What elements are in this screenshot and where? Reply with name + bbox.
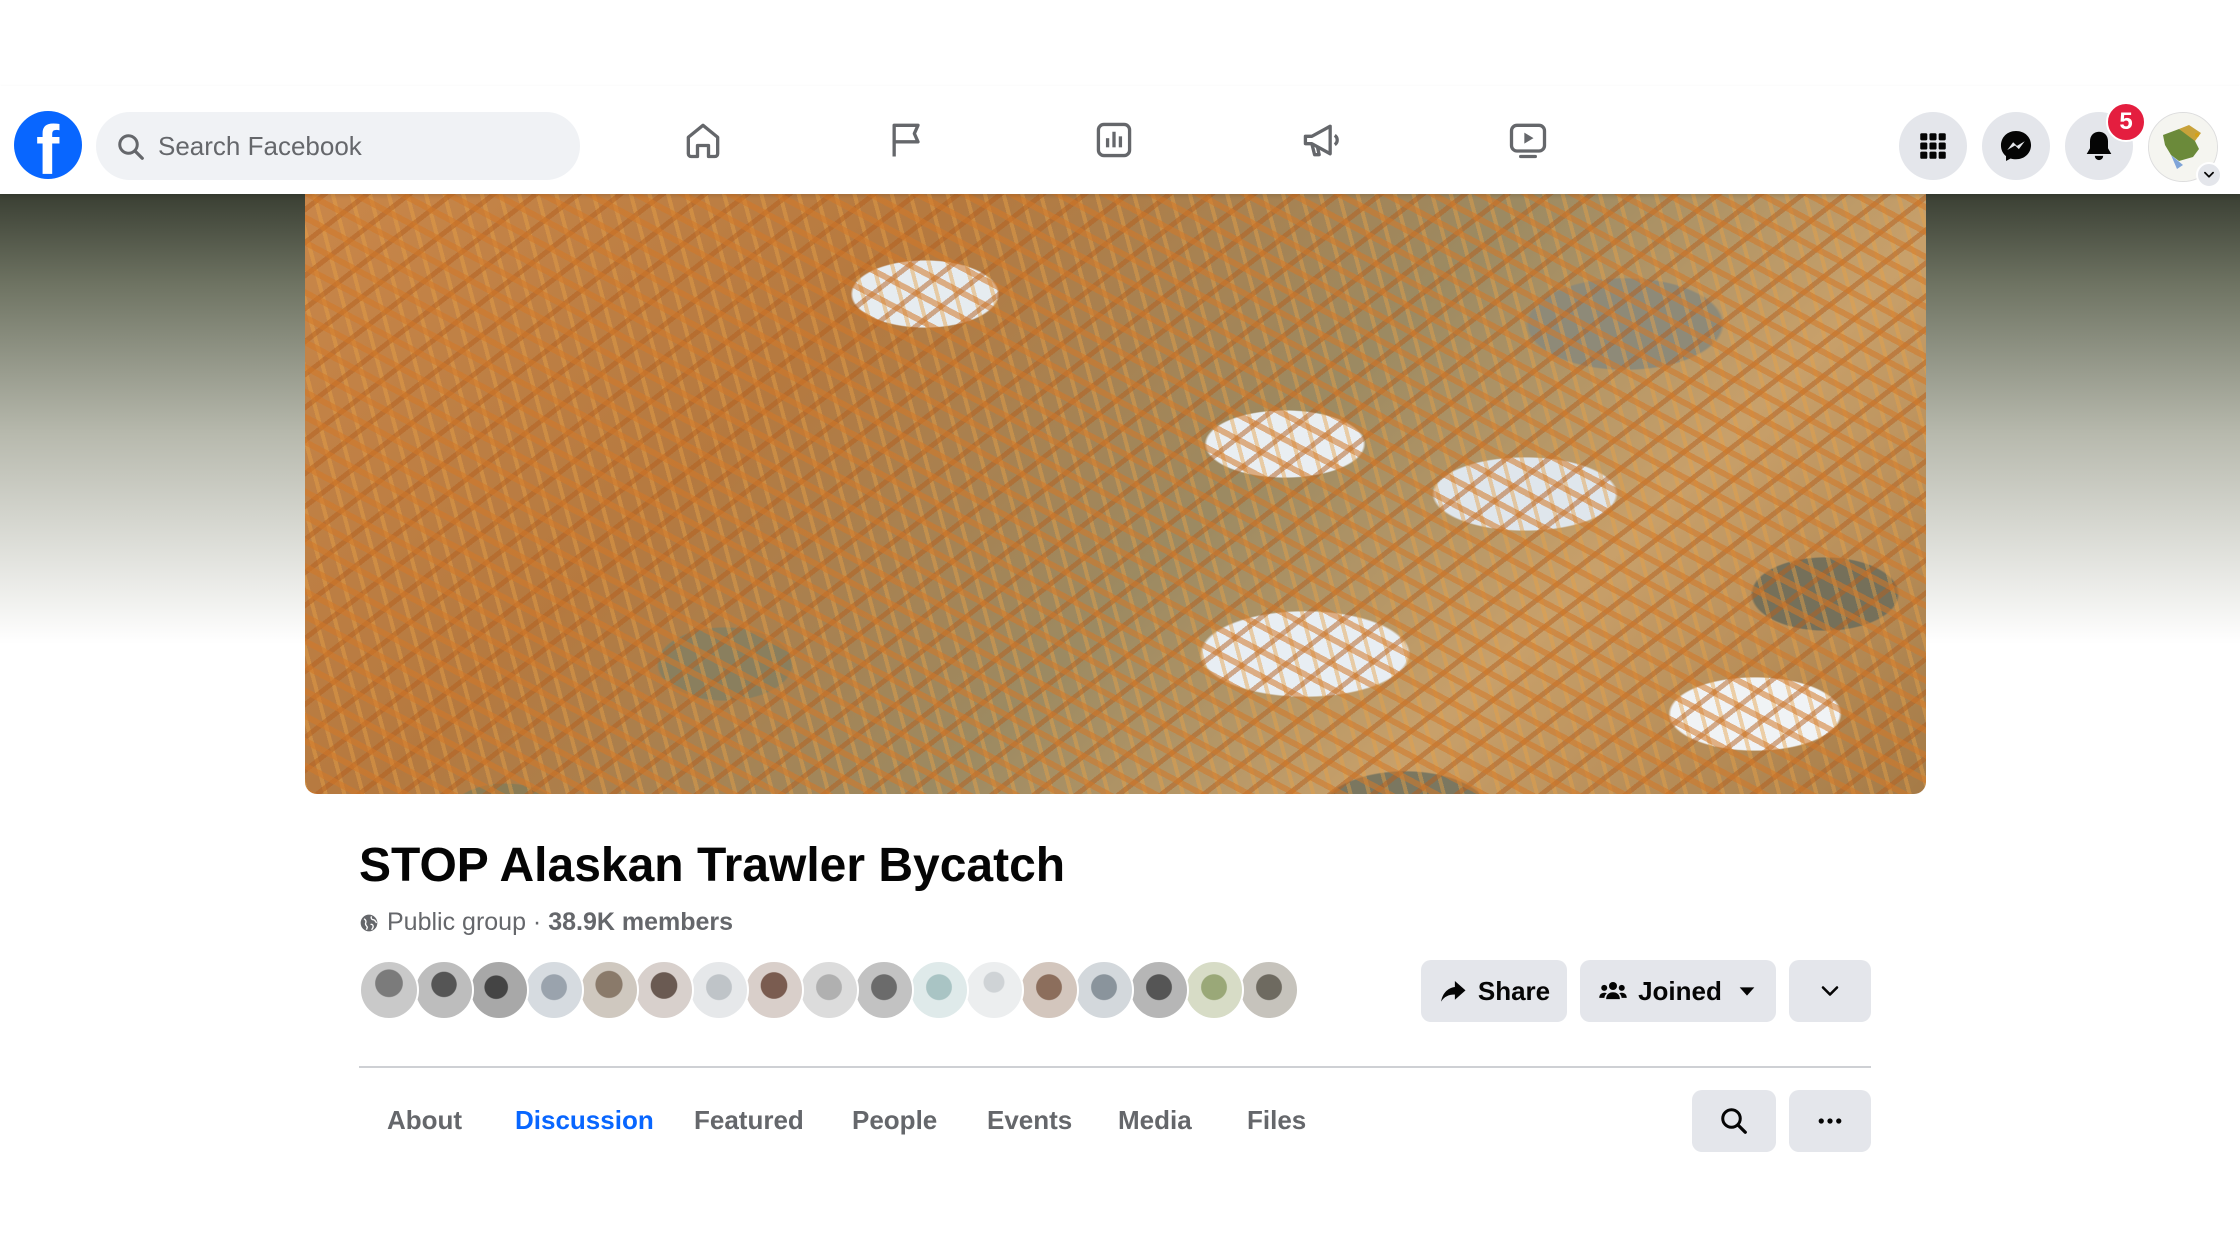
tab-people[interactable]: People — [852, 1090, 937, 1150]
group-search-button[interactable] — [1692, 1090, 1776, 1152]
menu-button[interactable] — [1899, 112, 1967, 180]
ads-megaphone-icon — [1303, 124, 1339, 157]
member-avatars — [359, 960, 1309, 1022]
member-avatar[interactable] — [524, 960, 584, 1020]
tab-events[interactable]: Events — [987, 1090, 1072, 1150]
member-avatar[interactable] — [469, 960, 529, 1020]
header-divider — [359, 1066, 1871, 1068]
members-count[interactable]: 38.9K members — [548, 908, 733, 937]
member-avatar[interactable] — [1074, 960, 1134, 1020]
top-navigation-bar: f Search Facebook 5 — [0, 86, 2240, 194]
search-input[interactable] — [158, 112, 558, 180]
tab-discussion[interactable]: Discussion — [515, 1090, 654, 1150]
messenger-button[interactable] — [1982, 112, 2050, 180]
group-info-line: Public group · 38.9K members — [359, 908, 733, 937]
member-avatar[interactable] — [1184, 960, 1244, 1020]
search-icon — [1721, 1108, 1747, 1134]
menu-grid-icon — [1920, 133, 1946, 159]
member-avatar[interactable] — [1239, 960, 1299, 1020]
group-more-button[interactable] — [1789, 1090, 1871, 1152]
caret-down-icon — [1739, 987, 1755, 996]
nav-tab-insights[interactable] — [1059, 104, 1169, 176]
watch-video-icon — [1509, 123, 1547, 159]
nav-tab-pages[interactable] — [852, 104, 962, 176]
tab-about[interactable]: About — [387, 1090, 462, 1150]
messenger-icon — [2000, 130, 2032, 162]
tab-media[interactable]: Media — [1118, 1090, 1192, 1150]
globe-icon — [360, 914, 378, 931]
member-avatar[interactable] — [1129, 960, 1189, 1020]
meta-separator: · — [525, 908, 549, 936]
more-dots-icon — [1818, 1118, 1842, 1124]
home-icon — [686, 123, 720, 159]
more-options-dropdown-button[interactable] — [1789, 960, 1871, 1022]
share-label: Share — [1477, 975, 1551, 1006]
member-avatar[interactable] — [744, 960, 804, 1020]
notification-count-badge: 5 — [2106, 102, 2146, 142]
share-arrow-icon — [1440, 981, 1466, 1002]
member-avatar[interactable] — [689, 960, 749, 1020]
search-icon — [118, 134, 144, 160]
member-avatar[interactable] — [579, 960, 639, 1020]
group-name[interactable]: STOP Alaskan Trawler Bycatch — [359, 836, 1065, 896]
privacy-label[interactable]: Public group — [387, 908, 526, 937]
chevron-down-icon — [1821, 986, 1839, 996]
chevron-down-icon — [2204, 171, 2214, 178]
pages-flag-icon — [892, 123, 920, 157]
group-members-icon — [1599, 982, 1627, 1000]
nav-tab-watch[interactable] — [1473, 104, 1583, 176]
member-avatar[interactable] — [634, 960, 694, 1020]
member-avatar[interactable] — [359, 960, 419, 1020]
joined-button[interactable]: Joined — [1580, 960, 1776, 1022]
share-button[interactable]: Share — [1421, 960, 1567, 1022]
member-avatar[interactable] — [414, 960, 474, 1020]
nav-tab-ads[interactable] — [1266, 104, 1376, 176]
insights-icon — [1096, 122, 1132, 158]
tab-files[interactable]: Files — [1247, 1090, 1306, 1150]
member-avatar[interactable] — [909, 960, 969, 1020]
joined-label: Joined — [1638, 975, 1722, 1006]
account-dropdown[interactable] — [2196, 162, 2222, 188]
member-avatar[interactable] — [799, 960, 859, 1020]
nav-tab-home[interactable] — [648, 104, 758, 176]
member-avatar[interactable] — [964, 960, 1024, 1020]
member-avatar[interactable] — [854, 960, 914, 1020]
search-bar[interactable] — [96, 112, 580, 180]
member-avatar[interactable] — [1019, 960, 1079, 1020]
facebook-logo[interactable]: f — [14, 111, 82, 179]
tab-featured[interactable]: Featured — [694, 1090, 804, 1150]
group-cover-photo[interactable] — [305, 194, 1926, 794]
